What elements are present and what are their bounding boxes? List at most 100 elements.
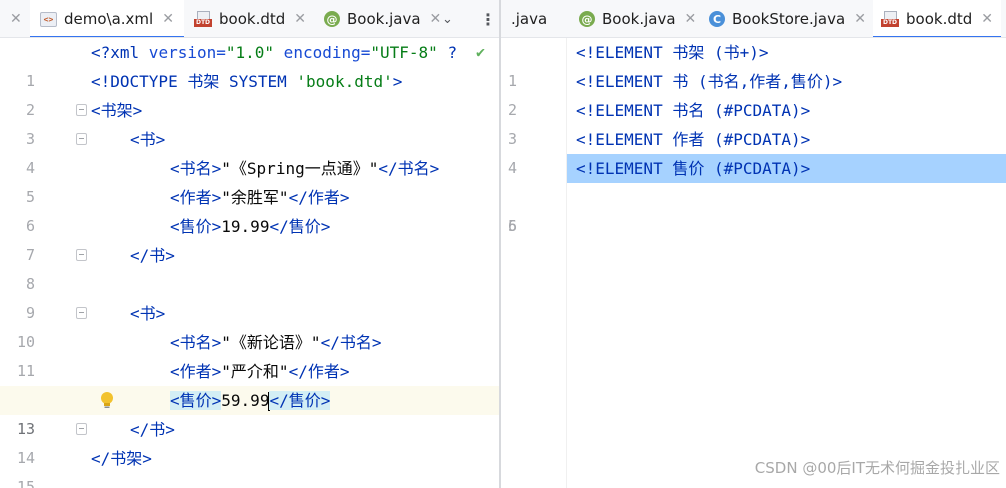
tab-book-dtd[interactable]: DTD book.dtd ✕	[873, 0, 1001, 37]
tab-label: BookStore.java	[732, 10, 846, 28]
code-line: 4 <书>	[0, 125, 499, 177]
tab-close-partial[interactable]: ✕	[10, 0, 22, 37]
code-line: 8 </书>	[0, 241, 499, 293]
fold-marker-icon[interactable]	[76, 249, 87, 261]
code-line: 1 <?xml version="1.0" encoding="UTF-8" ?…	[0, 38, 499, 90]
tab-bookstore-java[interactable]: C BookStore.java ✕	[701, 0, 874, 37]
tag-shuming-close: </书名>	[320, 333, 382, 352]
tag-zuozhe-close: </作者>	[288, 188, 350, 207]
left-editor-pane: ✕ <> demo\a.xml ✕ DTD book.dtd ✕ @ Book.…	[0, 0, 499, 488]
close-icon[interactable]: ✕	[430, 11, 442, 27]
xml-editor[interactable]: 1 <?xml version="1.0" encoding="UTF-8" ?…	[0, 38, 499, 488]
tab-label: book.dtd	[906, 10, 973, 28]
code-line: 2 <!DOCTYPE 书架 SYSTEM 'book.dtd'>	[0, 67, 499, 119]
selected-code-line: 5 <!ELEMENT 售价 (#PCDATA)>	[501, 154, 1006, 235]
element-text: "严介和"	[221, 362, 289, 381]
tab-label: book.dtd	[219, 10, 286, 28]
doctype-system-id: 'book.dtd'	[296, 72, 393, 91]
doctype-close: >	[392, 72, 403, 91]
tag-shuming-open: <书名>	[170, 333, 222, 352]
code-line: 3 <书架>	[0, 96, 499, 148]
close-icon[interactable]: ✕	[685, 11, 697, 27]
code-line: 15 </书架>	[0, 444, 499, 488]
tab-a-xml[interactable]: <> demo\a.xml ✕	[30, 0, 184, 37]
doctype-keyword: <!DOCTYPE	[91, 72, 178, 91]
tab-book-java[interactable]: @ Book.java ✕	[316, 0, 449, 37]
dtd-declaration: 书名 (#PCDATA)>	[662, 101, 811, 120]
xml-decl-close: ?	[437, 43, 458, 62]
line-number: 6	[507, 217, 517, 235]
tab-java-partial[interactable]: .java	[507, 0, 551, 37]
close-icon[interactable]: ✕	[10, 11, 22, 27]
element-text: "《新论语》"	[221, 333, 321, 352]
annotation-class-icon: @	[324, 11, 340, 27]
close-icon[interactable]: ✕	[854, 11, 866, 27]
code-line: 6 <作者>"余胜军"</作者>	[0, 183, 499, 235]
xml-decl-open: <?	[91, 43, 111, 62]
code-line: 11 <书名>"《新论语》"</书名>	[0, 328, 499, 380]
dtd-declaration: 作者 (#PCDATA)>	[662, 130, 811, 149]
fold-marker-icon[interactable]	[76, 133, 87, 145]
close-icon[interactable]: ✕	[162, 11, 174, 27]
tag-shoujia-open: <售价>	[170, 391, 222, 410]
attr-version-value: "1.0"	[225, 43, 275, 62]
dtd-keyword: <!ELEMENT	[576, 101, 663, 120]
tab-book-dtd[interactable]: DTD book.dtd ✕	[186, 0, 314, 37]
close-icon[interactable]: ✕	[981, 11, 993, 27]
tab-label: .java	[511, 10, 548, 28]
fold-marker-icon[interactable]	[76, 307, 87, 319]
close-icon[interactable]: ✕	[294, 11, 306, 27]
doctype-body: 书架 SYSTEM	[177, 72, 297, 91]
dtd-keyword: <!ELEMENT	[576, 72, 663, 91]
tag-shujia-close: </书架>	[91, 449, 152, 468]
tag-zuozhe-open: <作者>	[170, 188, 222, 207]
dtd-keyword: <!ELEMENT	[576, 43, 663, 62]
code-line: 5 <书名>"《Spring一点通》"</书名>	[0, 154, 499, 206]
chevron-down-icon[interactable]: ⌄	[442, 12, 453, 27]
tag-shoujia-open: <售价>	[170, 217, 222, 236]
right-editor-pane: .java @ Book.java ✕ C BookStore.java ✕ D…	[501, 0, 1006, 488]
lightbulb-icon[interactable]	[100, 391, 114, 409]
tag-shujia-open: <书架>	[91, 101, 143, 120]
watermark: CSDN @00后IT无术何掘金投扎业区	[754, 459, 1000, 477]
dtd-keyword: <!ELEMENT	[576, 159, 663, 178]
tag-shu-close: </书>	[130, 420, 175, 439]
dtd-editor[interactable]: 1 <!ELEMENT 书架 (书+)> 2 <!ELEMENT 书 (书名,作…	[501, 38, 1006, 488]
fold-marker-icon[interactable]	[76, 104, 87, 116]
dtd-file-icon: DTD	[881, 11, 899, 27]
right-tab-bar: .java @ Book.java ✕ C BookStore.java ✕ D…	[501, 0, 1006, 38]
element-text: 19.99	[221, 217, 270, 236]
attr-version: version=	[139, 43, 226, 62]
code-line: 14 </书>	[0, 415, 499, 467]
tab-book-java[interactable]: @ Book.java ✕	[571, 0, 704, 37]
check-icon[interactable]: ✔	[476, 38, 485, 67]
code-line: 2 <!ELEMENT 书 (书名,作者,售价)>	[501, 67, 1006, 119]
annotation-class-icon: @	[579, 11, 595, 27]
tag-shu-open: <书>	[130, 304, 166, 323]
xml-file-icon: <>	[40, 11, 57, 27]
tag-shu-open: <书>	[130, 130, 166, 149]
tag-zuozhe-close: </作者>	[288, 362, 350, 381]
kebab-menu-icon[interactable]: ⋮	[480, 10, 496, 29]
attr-encoding: encoding=	[274, 43, 371, 62]
dtd-keyword: <!ELEMENT	[576, 130, 663, 149]
tag-shoujia-close: </售价>	[269, 391, 331, 410]
code-line: 7 <售价>19.99</售价>	[0, 212, 499, 264]
tab-label: Book.java	[602, 10, 676, 28]
left-tab-bar: ✕ <> demo\a.xml ✕ DTD book.dtd ✕ @ Book.…	[0, 0, 499, 38]
dtd-file-icon: DTD	[194, 11, 212, 27]
code-line: 3 <!ELEMENT 书名 (#PCDATA)>	[501, 96, 1006, 148]
element-text: 59.99	[221, 391, 270, 410]
tab-overflow-button[interactable]: ⌄	[442, 0, 453, 37]
class-icon: C	[709, 11, 725, 27]
fold-marker-icon[interactable]	[76, 423, 87, 435]
tab-menu-button[interactable]: ⋮	[480, 0, 496, 37]
code-line: 6	[501, 183, 1006, 235]
xml-decl-name: xml	[110, 43, 140, 62]
current-code-line: 13 <售价>59.99</售价>	[0, 386, 499, 438]
code-line: 9	[0, 270, 499, 322]
dtd-declaration: 书架 (书+)>	[662, 43, 769, 62]
tab-label: demo\a.xml	[64, 10, 154, 28]
tag-shuming-close: </书名>	[378, 159, 440, 178]
tag-shoujia-close: </售价>	[269, 217, 331, 236]
